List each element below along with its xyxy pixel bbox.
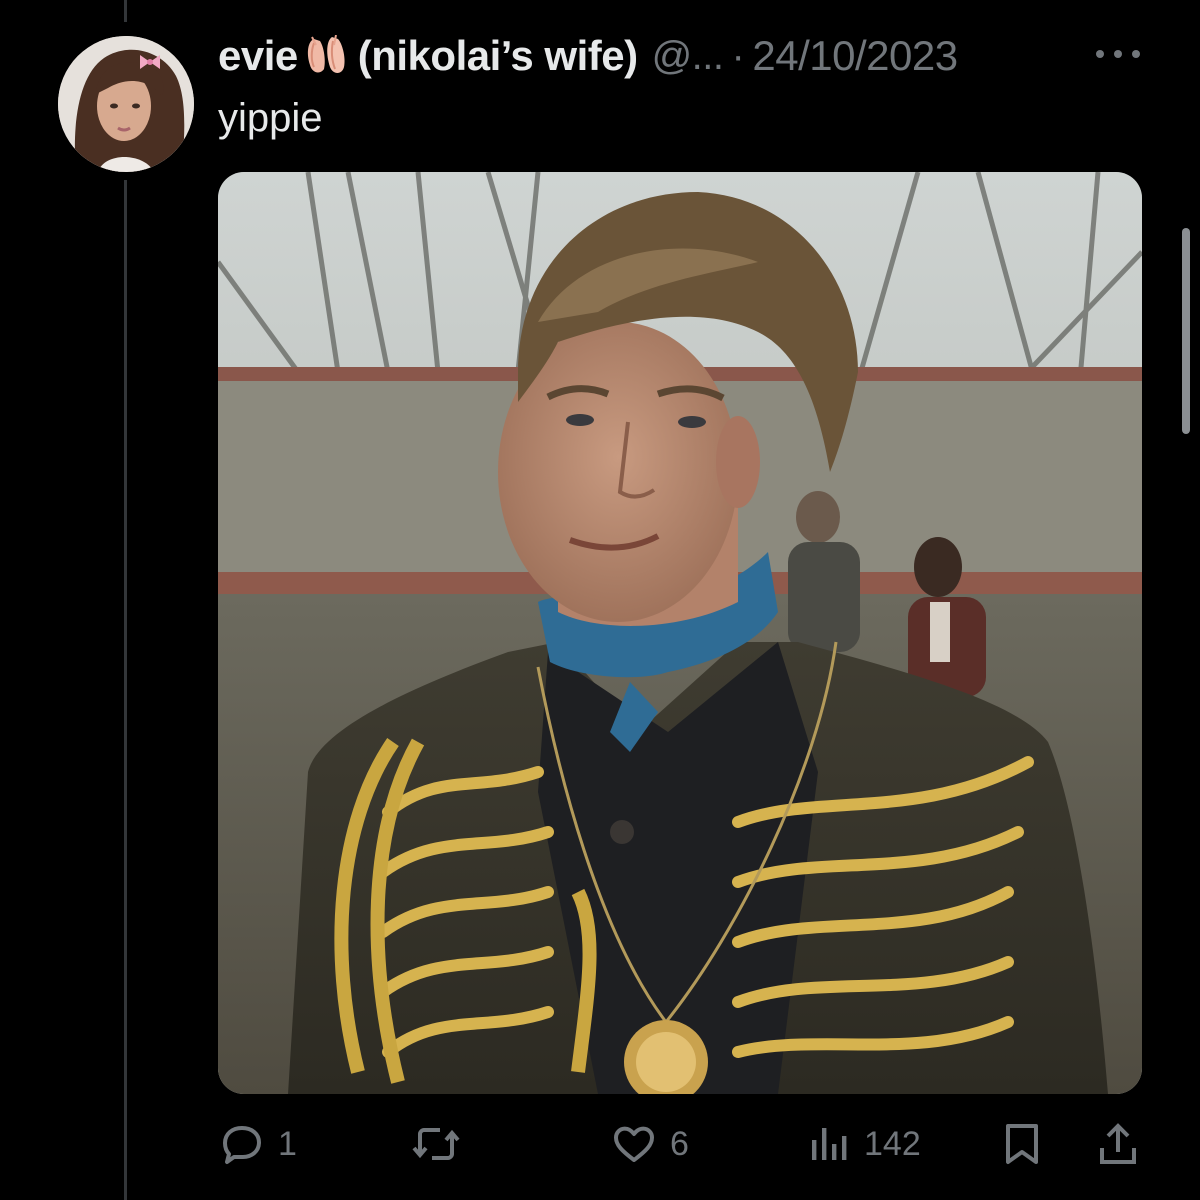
like-count: 6: [670, 1124, 689, 1163]
avatar[interactable]: [58, 36, 194, 172]
author-name[interactable]: evie: [218, 32, 298, 80]
reply-icon: [223, 1126, 261, 1164]
views-button[interactable]: 142: [808, 1114, 921, 1174]
separator-dot: ·: [731, 33, 745, 78]
reply-count: 1: [278, 1124, 297, 1163]
tweet-date[interactable]: 24/10/2023: [752, 32, 958, 80]
repost-icon: [412, 1128, 460, 1160]
share-button[interactable]: [1096, 1114, 1140, 1174]
scrollbar[interactable]: [1182, 228, 1190, 434]
media-photo: [218, 172, 1142, 1094]
share-icon: [1100, 1123, 1136, 1164]
repost-button[interactable]: [410, 1114, 474, 1174]
avatar-image: [58, 36, 194, 172]
tweet-media[interactable]: [218, 172, 1142, 1094]
reply-button[interactable]: 1: [218, 1114, 297, 1174]
tweet-header: evie (nikolai’s wife) @... · 24/10/2023: [218, 28, 958, 84]
views-icon: [812, 1128, 847, 1160]
action-bar: 1 6 142: [218, 1114, 1142, 1174]
ballet-shoes-icon: [302, 34, 354, 77]
author-name-suffix[interactable]: (nikolai’s wife): [358, 32, 638, 80]
bookmark-button[interactable]: [1000, 1114, 1044, 1174]
bookmark-icon: [1006, 1124, 1038, 1164]
author-handle[interactable]: @...: [652, 34, 724, 79]
tweet-text: yippie: [218, 96, 323, 140]
like-button[interactable]: 6: [610, 1114, 689, 1174]
thread-line-top: [124, 0, 127, 22]
thread-line: [124, 180, 127, 1200]
views-count: 142: [864, 1124, 921, 1163]
like-icon: [614, 1126, 654, 1162]
more-options-icon[interactable]: [1096, 36, 1140, 72]
